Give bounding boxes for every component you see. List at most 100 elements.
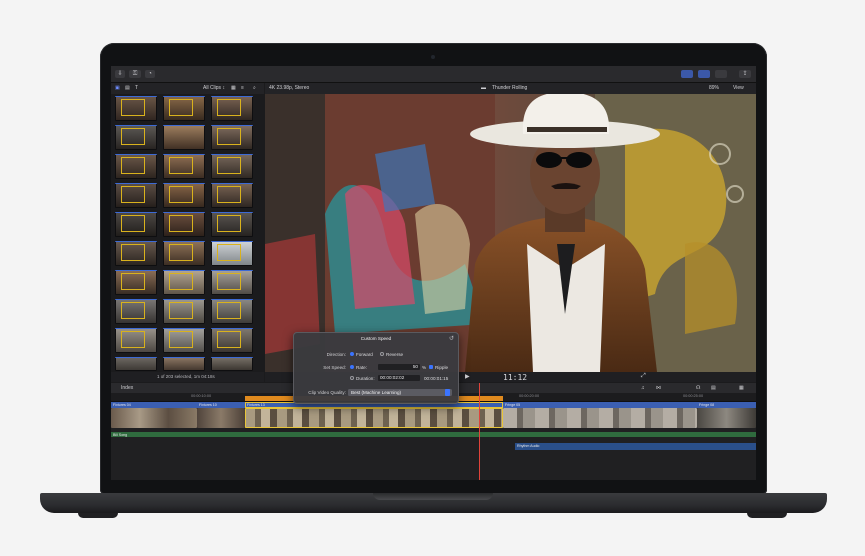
browser-thumbnail-grid — [115, 96, 261, 372]
background-tasks-icon[interactable]: ◔ — [145, 70, 155, 78]
video-viewer[interactable] — [265, 94, 756, 372]
rate-input[interactable]: 50 — [378, 364, 420, 370]
layout-browser-icon[interactable] — [681, 70, 693, 78]
format-label: 4K 23.98p, Stereo — [269, 85, 310, 91]
laptop-feet — [78, 513, 787, 523]
timeline-clip[interactable] — [503, 408, 697, 428]
reverse-radio[interactable] — [380, 352, 384, 356]
app-toolbar: ⇩ ⚿ ◔ ⇪ — [111, 66, 756, 83]
fullscreen-icon[interactable]: ⤢ — [641, 373, 646, 380]
browser-clip[interactable] — [211, 299, 253, 324]
browser-header: ▣ ▤ T All Clips ↕ ▦ ≡ ⌕ — [111, 83, 264, 94]
browser-clip[interactable] — [211, 357, 253, 371]
browser-clip[interactable] — [163, 357, 205, 371]
selection-status: 1 of 203 selected, 1m 04:18s — [157, 374, 215, 379]
browser-clip[interactable] — [115, 212, 157, 237]
quality-row: Clip Video Quality: Best (Machine Learni… — [294, 389, 458, 397]
rate-unit: % — [422, 365, 427, 370]
share-icon[interactable]: ⇪ — [739, 70, 751, 78]
browser-clip[interactable] — [163, 96, 205, 121]
browser-clip[interactable] — [115, 241, 157, 266]
project-title: Thunder Rolling — [492, 85, 528, 91]
browser-clip[interactable] — [163, 183, 205, 208]
playhead[interactable] — [479, 383, 480, 480]
headphones-icon[interactable]: ☊ — [696, 385, 700, 391]
list-view-icon[interactable]: ≡ — [241, 85, 244, 91]
forward-label: Forward — [356, 352, 373, 357]
browser-clip[interactable] — [163, 270, 205, 295]
play-icon[interactable]: ▶ — [465, 373, 470, 380]
timeline-clip[interactable] — [697, 408, 756, 428]
reverse-label: Reverse — [386, 352, 404, 357]
browser-clip[interactable] — [163, 154, 205, 179]
direction-row: Direction: Forward Reverse — [294, 351, 458, 359]
ripple-checkbox[interactable] — [429, 365, 433, 369]
snapping-icon[interactable]: ⋈ — [656, 385, 661, 391]
layout-inspector-icon[interactable] — [715, 70, 727, 78]
duration-input[interactable]: 00:00:02:02 — [378, 375, 420, 381]
set-speed-label: Set Speed: — [323, 365, 346, 370]
browser-clip[interactable] — [163, 212, 205, 237]
ruler-tick: 00:00:20:00 — [519, 394, 540, 398]
browser-clip[interactable] — [211, 328, 253, 353]
rate-radio[interactable] — [350, 365, 354, 369]
search-icon[interactable]: ⌕ — [253, 85, 256, 91]
browser-clip[interactable] — [211, 241, 253, 266]
browser-clip[interactable] — [211, 154, 253, 179]
library-icon[interactable]: ▣ — [115, 85, 120, 91]
effects-icon[interactable]: ▦ — [739, 385, 744, 391]
browser-clip[interactable] — [115, 357, 157, 371]
browser-clip[interactable] — [211, 212, 253, 237]
browser-clip[interactable] — [115, 125, 157, 150]
timecode-display[interactable]: 11:12 — [503, 373, 527, 382]
set-speed-row: Set Speed: Rate: 50 % Ripple — [294, 364, 458, 372]
browser-clip[interactable] — [163, 299, 205, 324]
duration-row: Duration: 00:00:02:02 00:00:01:15 — [294, 375, 458, 383]
browser-clip[interactable] — [163, 241, 205, 266]
duration-label: Duration: — [356, 376, 375, 381]
timeline-clip[interactable] — [111, 408, 197, 428]
app-window: ⇩ ⚿ ◔ ⇪ ▣ ▤ T All Clips ↕ ▦ ≡ ⌕ 1 of 203… — [111, 66, 756, 480]
reset-icon[interactable]: ↺ — [449, 335, 454, 342]
quality-popup[interactable]: Best (Machine Learning) — [348, 389, 452, 396]
quality-value: Best (Machine Learning) — [351, 390, 402, 395]
lid-opening-notch — [373, 493, 493, 500]
duration-total: 00:00:01:15 — [424, 376, 449, 381]
timeline-clip[interactable] — [197, 408, 245, 428]
browser-clip[interactable] — [211, 183, 253, 208]
camera-dot — [431, 55, 435, 59]
browser-clip[interactable] — [115, 96, 157, 121]
filmstrip-view-icon[interactable]: ▦ — [231, 85, 236, 91]
view-menu[interactable]: View — [733, 85, 744, 91]
index-button[interactable]: Index — [121, 385, 133, 391]
browser-clip[interactable] — [115, 270, 157, 295]
browser-clip[interactable] — [115, 299, 157, 324]
browser-clip[interactable] — [211, 125, 253, 150]
browser-clip[interactable] — [115, 328, 157, 353]
titles-icon[interactable]: T — [135, 85, 138, 91]
dialog-title: Custom Speed — [360, 336, 392, 341]
rate-label: Rate: — [356, 365, 367, 370]
clip-filter-menu[interactable]: All Clips ↕ — [203, 85, 225, 91]
popup-arrow-icon — [445, 389, 450, 396]
layout-timeline-icon[interactable] — [698, 70, 710, 78]
music-track[interactable]: Bill Song — [111, 432, 756, 437]
browser-clip[interactable] — [115, 183, 157, 208]
ruler-tick: 00:00:10:00 — [191, 394, 212, 398]
browser-clip[interactable] — [211, 270, 253, 295]
zoom-menu[interactable]: 89% — [709, 85, 719, 91]
duration-radio[interactable] — [350, 376, 354, 380]
custom-speed-dialog: Custom Speed ↺ Direction: Forward Revers… — [293, 332, 459, 404]
selected-timeline-clip[interactable] — [245, 408, 503, 428]
audio-clip[interactable]: Rhythm Audio — [515, 443, 756, 450]
keyword-icon[interactable]: ⚿ — [129, 70, 141, 78]
browser-clip[interactable] — [163, 328, 205, 353]
import-icon[interactable]: ⇩ — [115, 70, 125, 78]
forward-radio[interactable] — [350, 352, 354, 356]
browser-clip[interactable] — [115, 154, 157, 179]
clip-appearance-icon[interactable]: ▤ — [711, 385, 716, 391]
browser-clip[interactable] — [211, 96, 253, 121]
photos-icon[interactable]: ▤ — [125, 85, 130, 91]
browser-clip[interactable] — [163, 125, 205, 150]
audio-skimming-icon[interactable]: ♫ — [641, 385, 645, 391]
